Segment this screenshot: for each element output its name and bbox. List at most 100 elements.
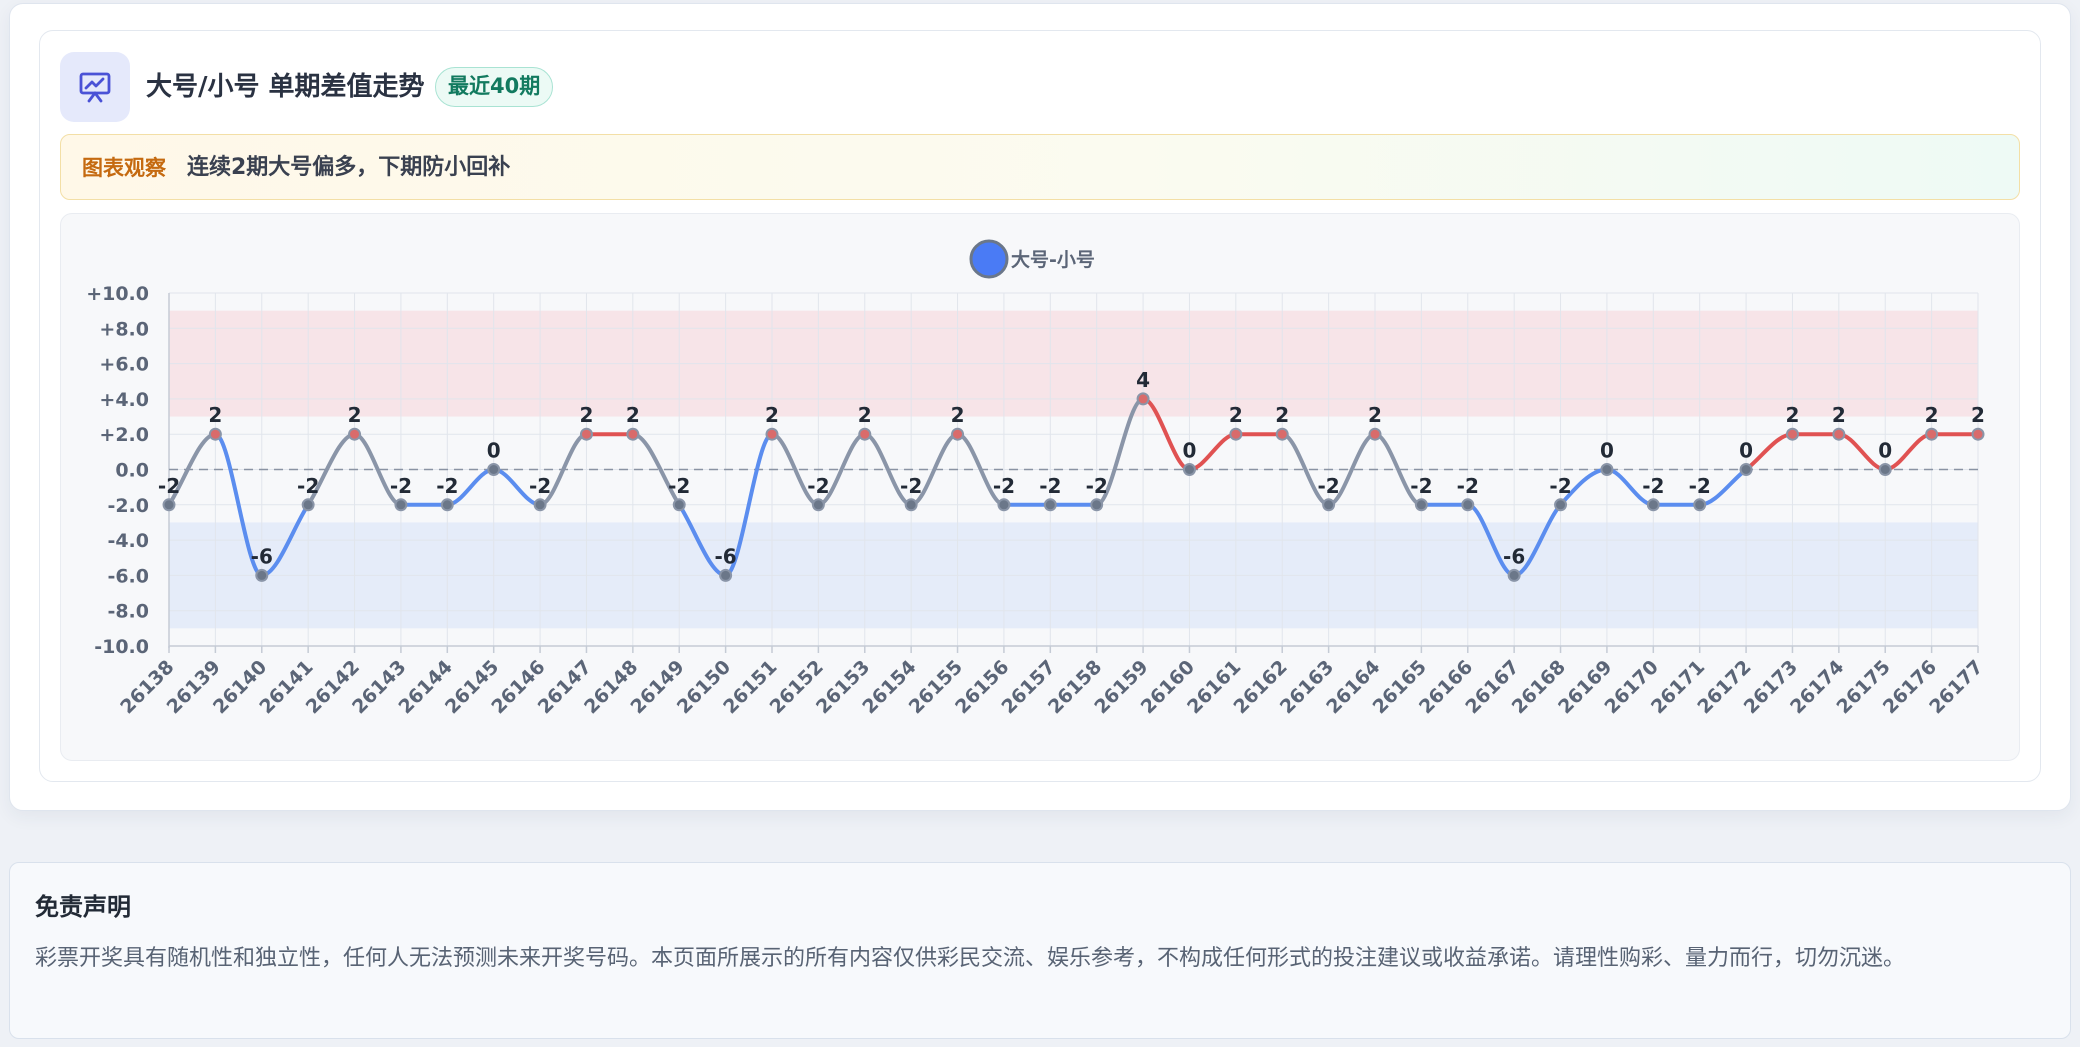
y-tick-label: -6.0 bbox=[107, 565, 149, 587]
disclaimer-text: 彩票开奖具有随机性和独立性，任何人无法预测未来开奖号码。本页面所展示的所有内容仅… bbox=[35, 946, 1906, 971]
data-point bbox=[1600, 463, 1614, 476]
data-point bbox=[997, 498, 1011, 512]
data-label: 2 bbox=[626, 403, 640, 427]
data-point bbox=[1461, 498, 1475, 512]
data-label: 2 bbox=[1832, 403, 1846, 427]
data-label: 2 bbox=[765, 403, 779, 427]
data-label: -2 bbox=[900, 474, 922, 498]
data-label: 4 bbox=[1136, 368, 1150, 392]
data-label: 2 bbox=[1368, 403, 1382, 427]
y-tick-label: -8.0 bbox=[107, 601, 149, 623]
data-label: -6 bbox=[715, 544, 737, 568]
y-tick-label: +4.0 bbox=[99, 389, 149, 411]
data-point bbox=[301, 498, 315, 512]
data-point bbox=[440, 498, 454, 512]
y-tick-label: -2.0 bbox=[107, 495, 149, 517]
line-chart: +10.0 +8.0 +6.0 +4.0 +2.0 0.0 -2.0 -4.0 -6.0 -8.0… bbox=[86, 239, 1988, 718]
data-label: 2 bbox=[858, 403, 872, 427]
data-label: 0 bbox=[1600, 439, 1614, 463]
data-point bbox=[1832, 427, 1846, 441]
legend-swatch bbox=[969, 239, 1009, 279]
data-label: -2 bbox=[1457, 474, 1479, 498]
data-point bbox=[672, 498, 686, 512]
data-point bbox=[1554, 498, 1568, 512]
data-point bbox=[765, 427, 779, 441]
data-label: -2 bbox=[1689, 474, 1711, 498]
data-label: -2 bbox=[1039, 474, 1061, 498]
data-point bbox=[1043, 498, 1057, 512]
data-point bbox=[858, 427, 872, 441]
data-label: 2 bbox=[1275, 403, 1289, 427]
data-label: -2 bbox=[529, 474, 551, 498]
y-tick-label: +6.0 bbox=[99, 354, 149, 376]
data-point bbox=[904, 498, 918, 512]
insight-text: 连续2期大号偏多，下期防小回补 bbox=[187, 155, 511, 180]
data-point bbox=[487, 463, 501, 476]
insight-label: 图表观察 bbox=[82, 156, 166, 180]
data-label: -2 bbox=[1410, 474, 1432, 498]
data-point bbox=[1322, 498, 1336, 512]
data-point bbox=[719, 568, 733, 582]
data-point bbox=[1229, 427, 1243, 441]
data-point bbox=[1182, 463, 1196, 476]
data-point bbox=[1785, 427, 1799, 441]
period-badge: 最近40期 bbox=[435, 67, 554, 107]
chart-title: 大号/小号 单期差值走势 bbox=[146, 72, 425, 102]
data-label: 2 bbox=[1229, 403, 1243, 427]
data-label: -6 bbox=[1503, 544, 1525, 568]
chart-presentation-icon bbox=[60, 52, 130, 122]
data-point bbox=[394, 498, 408, 512]
data-label: 2 bbox=[1925, 403, 1939, 427]
chart-area: +10.0 +8.0 +6.0 +4.0 +2.0 0.0 -2.0 -4.0 -6.0 -8.0… bbox=[60, 213, 2020, 761]
data-label: 2 bbox=[951, 403, 965, 427]
data-point bbox=[1414, 498, 1428, 512]
data-point bbox=[533, 498, 547, 512]
data-label: 2 bbox=[348, 403, 362, 427]
y-tick-label: +8.0 bbox=[99, 318, 149, 340]
data-label: 2 bbox=[1786, 403, 1800, 427]
data-label: -2 bbox=[1318, 474, 1340, 498]
data-label: -2 bbox=[297, 474, 319, 498]
data-label: -6 bbox=[251, 544, 273, 568]
data-point bbox=[208, 427, 222, 441]
data-point bbox=[1507, 568, 1521, 582]
data-point bbox=[1925, 427, 1939, 441]
data-label: 2 bbox=[208, 403, 222, 427]
data-point bbox=[951, 427, 965, 441]
data-point bbox=[579, 427, 593, 441]
data-label: 2 bbox=[580, 403, 594, 427]
data-label: 0 bbox=[1878, 439, 1892, 463]
legend-label: 大号-小号 bbox=[1011, 248, 1095, 271]
disclaimer-title: 免责声明 bbox=[35, 893, 131, 921]
data-point bbox=[1275, 427, 1289, 441]
y-tick-label: +10.0 bbox=[86, 283, 149, 305]
data-point bbox=[1368, 427, 1382, 441]
data-point bbox=[1090, 498, 1104, 512]
data-point bbox=[162, 498, 176, 512]
y-tick-label: 0.0 bbox=[115, 460, 149, 482]
y-tick-label: +2.0 bbox=[99, 424, 149, 446]
y-tick-label: -10.0 bbox=[94, 636, 149, 658]
data-label: 0 bbox=[1183, 439, 1197, 463]
data-label: -2 bbox=[668, 474, 690, 498]
data-point bbox=[626, 427, 640, 441]
data-point bbox=[348, 427, 362, 441]
data-label: -2 bbox=[807, 474, 829, 498]
data-point bbox=[255, 568, 269, 582]
data-point bbox=[1646, 498, 1660, 512]
data-point bbox=[1971, 427, 1985, 441]
data-label: -2 bbox=[158, 474, 180, 498]
data-point bbox=[1136, 392, 1150, 406]
disclaimer-box: 免责声明 彩票开奖具有随机性和独立性，任何人无法预测未来开奖号码。本页面所展示的… bbox=[9, 862, 2071, 1039]
data-point bbox=[811, 498, 825, 512]
data-label: -2 bbox=[993, 474, 1015, 498]
data-point bbox=[1693, 498, 1707, 512]
data-point bbox=[1739, 463, 1753, 476]
data-label: 2 bbox=[1971, 403, 1985, 427]
data-label: -2 bbox=[1549, 474, 1571, 498]
data-label: -2 bbox=[1642, 474, 1664, 498]
data-label: -2 bbox=[1086, 474, 1108, 498]
data-label: -2 bbox=[436, 474, 458, 498]
insight-banner: 图表观察 连续2期大号偏多，下期防小回补 bbox=[60, 134, 2020, 200]
data-label: 0 bbox=[487, 439, 501, 463]
